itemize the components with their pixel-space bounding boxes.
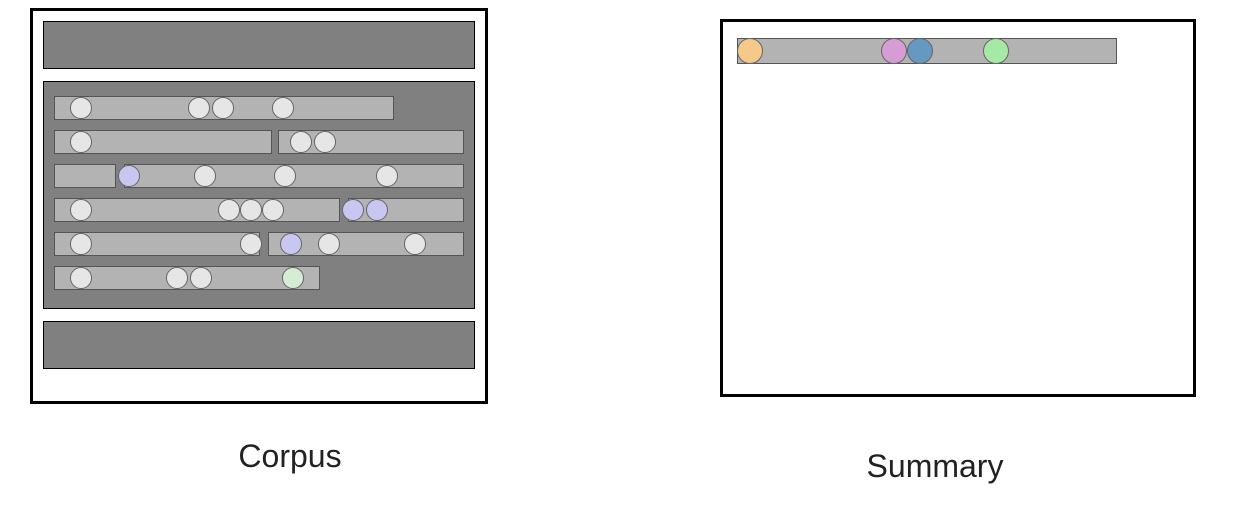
token-dot: [70, 267, 92, 289]
token-dot: [166, 267, 188, 289]
token-dot: [376, 165, 398, 187]
token-dot: [240, 233, 262, 255]
corpus-sentence-row: [54, 94, 464, 124]
corpus-sentence-row: [54, 230, 464, 260]
token-dot: [342, 199, 364, 221]
token-dot: [262, 199, 284, 221]
summary-token-dot: [737, 38, 763, 64]
token-dot: [190, 267, 212, 289]
corpus-panel: [30, 8, 488, 404]
corpus-label: Corpus: [190, 438, 390, 475]
summary-token-dot: [983, 38, 1009, 64]
token-dot: [240, 199, 262, 221]
token-dot: [212, 97, 234, 119]
token-dot: [366, 199, 388, 221]
corpus-sentence-row: [54, 128, 464, 158]
corpus-body-band: [43, 81, 475, 309]
summary-label: Summary: [835, 448, 1035, 485]
summary-sentence-row: [733, 38, 1183, 66]
corpus-sentence-row: [54, 264, 464, 294]
summary-token-dot: [907, 38, 933, 64]
sentence-bar: [54, 164, 116, 188]
corpus-sentence-row: [54, 162, 464, 192]
token-dot: [404, 233, 426, 255]
summary-token-dot: [881, 38, 907, 64]
token-dot: [218, 199, 240, 221]
token-dot: [290, 131, 312, 153]
token-dot: [70, 131, 92, 153]
corpus-sentence-row: [54, 196, 464, 226]
token-dot: [194, 165, 216, 187]
token-dot: [70, 199, 92, 221]
token-dot: [70, 233, 92, 255]
corpus-header-band: [43, 21, 475, 69]
sentence-bar: [54, 198, 340, 222]
token-dot: [280, 233, 302, 255]
token-dot: [274, 165, 296, 187]
corpus-footer-band: [43, 321, 475, 369]
token-dot: [314, 131, 336, 153]
token-dot: [272, 97, 294, 119]
token-dot: [70, 97, 92, 119]
token-dot: [118, 165, 140, 187]
summary-panel: [720, 19, 1196, 397]
token-dot: [282, 267, 304, 289]
token-dot: [318, 233, 340, 255]
token-dot: [188, 97, 210, 119]
